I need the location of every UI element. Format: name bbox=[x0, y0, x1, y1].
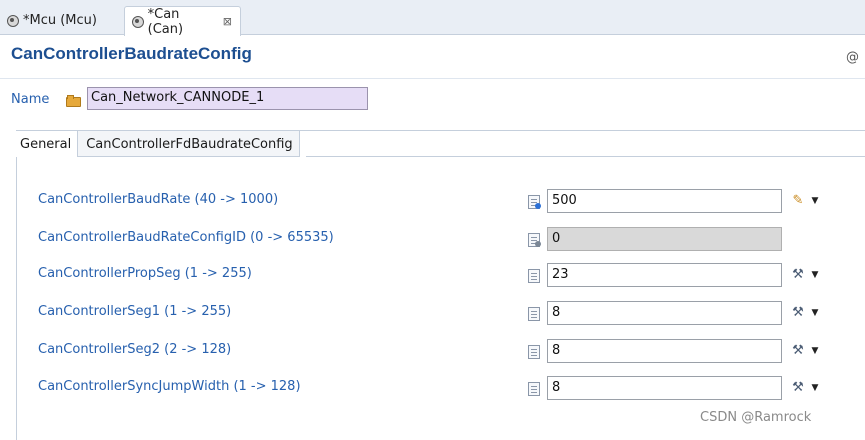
tab-mcu-label: *Mcu (Mcu) bbox=[23, 13, 97, 28]
prop-seg-input[interactable]: 23 bbox=[547, 263, 782, 287]
chevron-down-icon[interactable]: ▼ bbox=[810, 345, 820, 357]
chevron-down-icon[interactable]: ▼ bbox=[810, 269, 820, 281]
help-icon[interactable]: @ bbox=[846, 50, 859, 65]
module-icon bbox=[6, 14, 19, 27]
param-row: CanControllerBaudRateConfigID (0 -> 6553… bbox=[0, 227, 865, 251]
param-label[interactable]: CanControllerSeg1 (1 -> 255) bbox=[38, 304, 231, 319]
tab-mcu[interactable]: *Mcu (Mcu) bbox=[0, 6, 122, 35]
config-value-icon bbox=[528, 382, 540, 396]
wrench-icon[interactable]: ⚒ bbox=[790, 381, 806, 395]
baudrate-input[interactable]: 500 bbox=[547, 189, 782, 213]
pencil-icon[interactable]: ✎ bbox=[790, 194, 806, 208]
wrench-icon[interactable]: ⚒ bbox=[790, 344, 806, 358]
param-row: CanControllerPropSeg (1 -> 255) 23 ⚒ ▼ bbox=[0, 263, 865, 287]
folder-open-icon[interactable] bbox=[66, 95, 81, 107]
page-title: CanControllerBaudrateConfig bbox=[11, 44, 252, 63]
config-value-icon bbox=[528, 345, 540, 359]
name-label: Name bbox=[11, 92, 50, 107]
folder-tab-underline bbox=[306, 156, 865, 157]
folder-tab-bar: General CanControllerFdBaudrateConfig bbox=[16, 131, 300, 157]
param-row: CanControllerSeg2 (2 -> 128) 8 ⚒ ▼ bbox=[0, 339, 865, 363]
wrench-icon[interactable]: ⚒ bbox=[790, 268, 806, 282]
sync-jump-width-input[interactable]: 8 bbox=[547, 376, 782, 400]
param-row: CanControllerBaudRate (40 -> 1000) 500 ✎… bbox=[0, 189, 865, 213]
param-row: CanControllerSyncJumpWidth (1 -> 128) 8 … bbox=[0, 376, 865, 400]
tab-general[interactable]: General bbox=[16, 131, 79, 157]
baudrate-config-id-input: 0 bbox=[547, 227, 782, 251]
config-value-icon bbox=[528, 307, 540, 321]
tab-can-label: *Can (Can) bbox=[147, 6, 184, 37]
config-value-icon bbox=[528, 195, 541, 209]
param-label[interactable]: CanControllerBaudRateConfigID (0 -> 6553… bbox=[38, 230, 334, 245]
close-icon[interactable]: ⊠ bbox=[223, 15, 232, 28]
param-label[interactable]: CanControllerBaudRate (40 -> 1000) bbox=[38, 192, 278, 207]
config-value-icon bbox=[528, 269, 540, 283]
config-value-icon bbox=[528, 233, 541, 247]
param-label[interactable]: CanControllerSyncJumpWidth (1 -> 128) bbox=[38, 379, 301, 394]
name-field[interactable]: Can_Network_CANNODE_1 bbox=[87, 87, 368, 110]
editor-tab-bar: *Mcu (Mcu) *Can (Can) ⊠ bbox=[0, 0, 865, 37]
tab-can[interactable]: *Can (Can) ⊠ bbox=[124, 6, 241, 37]
title-divider bbox=[0, 78, 865, 79]
tab-fd-baudrate-config[interactable]: CanControllerFdBaudrateConfig bbox=[78, 131, 300, 157]
chevron-down-icon[interactable]: ▼ bbox=[810, 195, 820, 207]
module-icon bbox=[131, 15, 144, 28]
seg2-input[interactable]: 8 bbox=[547, 339, 782, 363]
watermark: CSDN @Ramrock bbox=[700, 410, 812, 425]
chevron-down-icon[interactable]: ▼ bbox=[810, 307, 820, 319]
seg1-input[interactable]: 8 bbox=[547, 301, 782, 325]
param-label[interactable]: CanControllerSeg2 (2 -> 128) bbox=[38, 342, 231, 357]
chevron-down-icon[interactable]: ▼ bbox=[810, 382, 820, 394]
param-row: CanControllerSeg1 (1 -> 255) 8 ⚒ ▼ bbox=[0, 301, 865, 325]
param-label[interactable]: CanControllerPropSeg (1 -> 255) bbox=[38, 266, 252, 281]
wrench-icon[interactable]: ⚒ bbox=[790, 306, 806, 320]
